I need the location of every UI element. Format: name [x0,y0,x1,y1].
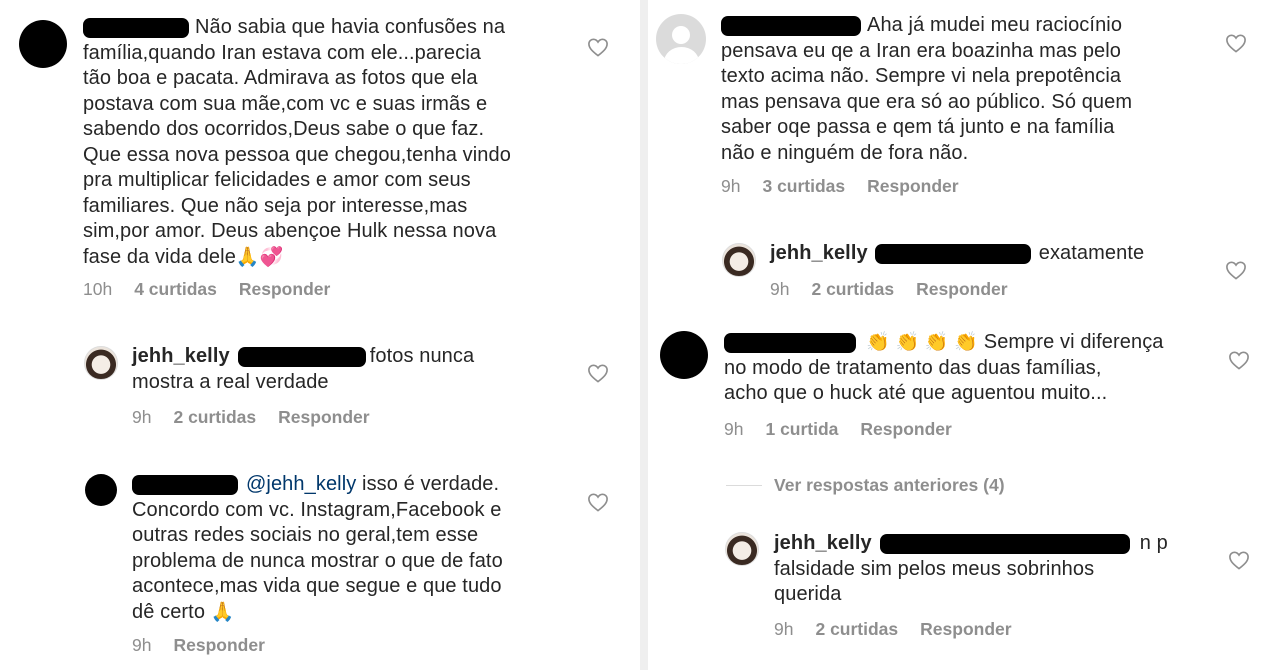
comment-time: 9h [770,279,790,299]
clapping-hands-emoji: 👏 [866,331,890,353]
username[interactable]: jehh_kelly [774,532,872,554]
redacted-username [83,17,189,38]
clapping-hands-emoji: 👏 [924,331,949,353]
comment-body: 👏 👏 👏 👏 Sempre vi diferença no modo de t… [724,331,1164,404]
comment-time: 9h [132,635,152,655]
folded-hands-emoji: 🙏 [235,245,260,268]
likes-count[interactable]: 4 curtidas [134,279,217,299]
redacted-mention [237,346,366,367]
comment-meta: 10h 4 curtidas Responder [83,279,352,300]
reply-button[interactable]: Responder [867,176,958,196]
reply-button[interactable]: Responder [173,635,264,655]
two-hearts-emoji: 💞 [259,245,284,268]
view-previous-replies-button[interactable]: Ver respostas anteriores (4) [774,475,1005,496]
reply-button[interactable]: Responder [278,407,369,427]
username[interactable]: jehh_kelly [132,345,230,367]
comment-body: Não sabia que havia confusões na família… [83,16,511,268]
comment-body: @jehh_kelly isso é verdade. Concordo com… [132,473,503,623]
avatar[interactable] [84,346,118,380]
likes-count[interactable]: 2 curtidas [811,279,894,299]
mention-link[interactable]: @jehh_kelly [246,473,356,495]
comment-time: 9h [132,407,152,427]
comment-body: Aha já mudei meu raciocínio pensava eu q… [721,14,1133,164]
redacted-username [724,332,856,353]
avatar[interactable] [660,331,708,379]
redacted-mention [879,533,1130,554]
avatar[interactable] [722,243,756,277]
redacted-username [721,15,861,36]
redacted-mention [874,243,1031,264]
comment-time: 10h [83,279,113,299]
comment-time: 9h [774,619,794,639]
likes-count[interactable]: 2 curtidas [173,407,256,427]
comment-meta: 9h 2 curtidas Responder [132,407,392,428]
comment-time: 9h [724,419,744,439]
comment-body: jehh_kelly fotos nunca mostra a real verd… [132,345,475,393]
username[interactable]: jehh_kelly [770,242,868,264]
reply-button[interactable]: Responder [916,279,1007,299]
avatar[interactable] [85,474,117,506]
comment-body: jehh_kelly exatamente [770,242,1145,264]
comment-meta: 9h 1 curtida Responder [724,419,974,440]
avatar[interactable] [725,532,759,566]
comment-meta: 9h 3 curtidas Responder [721,176,981,197]
reply-button[interactable]: Responder [920,619,1011,639]
folded-hands-emoji: 🙏 [210,600,235,623]
likes-count[interactable]: 3 curtidas [762,176,845,196]
comment-meta: 9h Responder [132,635,287,656]
clapping-hands-emoji: 👏 [895,331,920,353]
reply-button[interactable]: Responder [239,279,330,299]
heart-outline-icon[interactable] [587,363,609,383]
comment-meta: 9h 2 curtidas Responder [770,279,1030,300]
heart-outline-icon[interactable] [587,492,609,512]
heart-outline-icon[interactable] [587,37,609,57]
heart-outline-icon[interactable] [1225,260,1247,280]
heart-outline-icon[interactable] [1228,350,1250,370]
redacted-username [132,474,238,495]
likes-count[interactable]: 2 curtidas [815,619,898,639]
likes-count[interactable]: 1 curtida [765,419,838,439]
comment-time: 9h [721,176,741,196]
clapping-hands-emoji: 👏 [954,331,979,353]
avatar[interactable] [19,20,67,68]
default-avatar-icon[interactable] [656,14,706,64]
heart-outline-icon[interactable] [1225,33,1247,53]
panel-divider [640,0,648,670]
view-replies-line [726,485,762,486]
comment-body: jehh_kelly n p falsidade sim pelos meus s… [774,532,1168,605]
heart-outline-icon[interactable] [1228,550,1250,570]
comment-meta: 9h 2 curtidas Responder [774,619,1034,640]
reply-button[interactable]: Responder [860,419,951,439]
